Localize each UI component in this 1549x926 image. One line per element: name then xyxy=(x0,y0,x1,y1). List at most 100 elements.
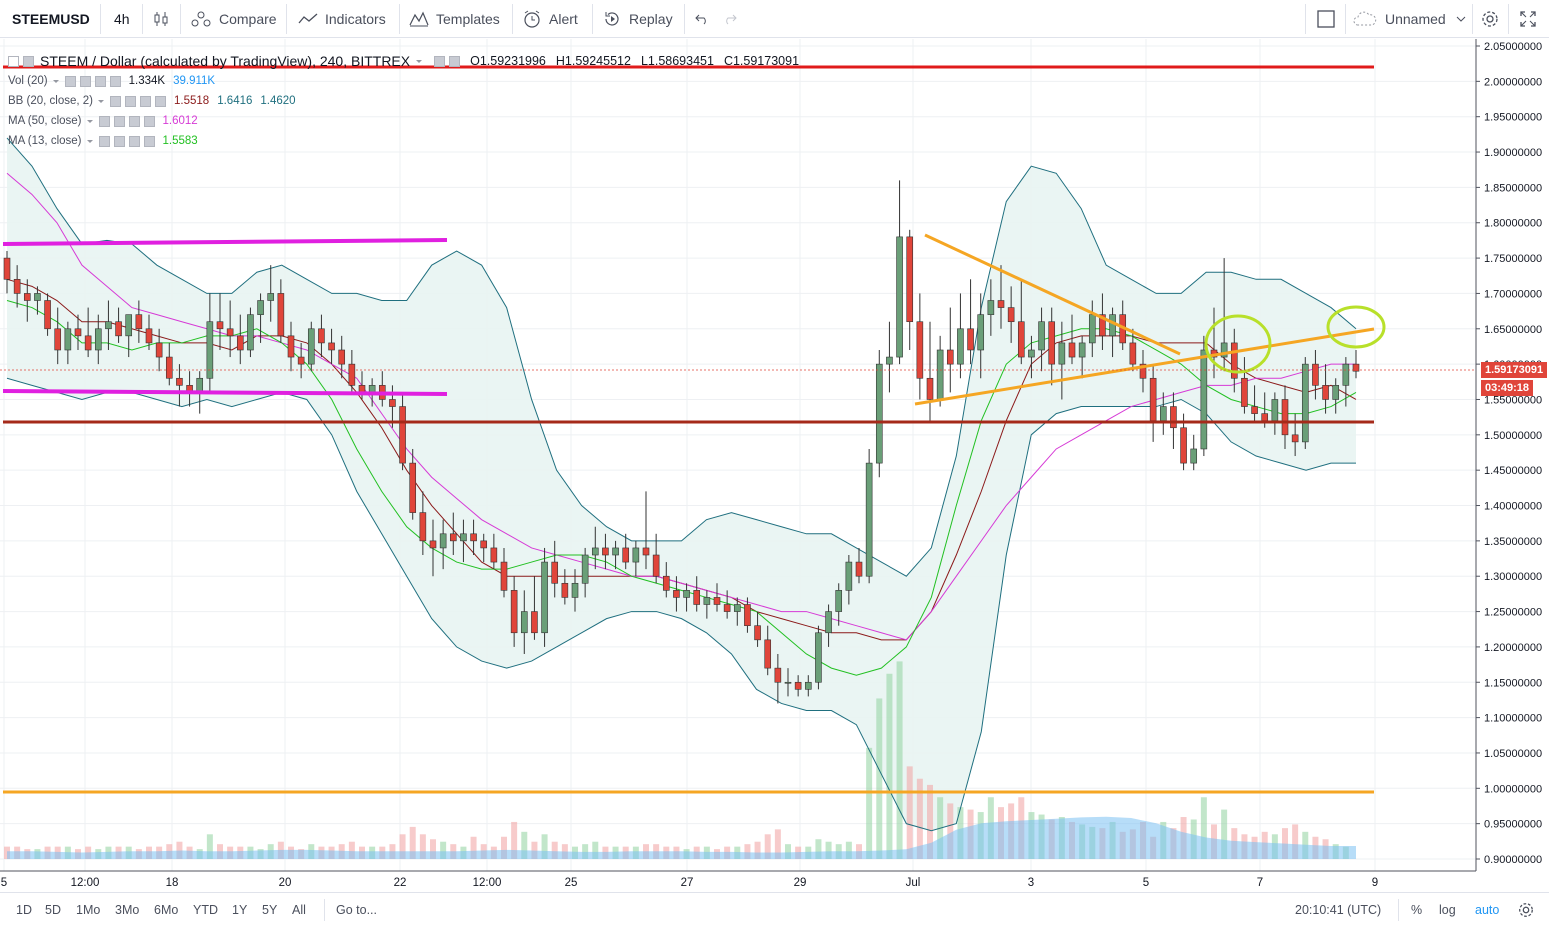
range-1mo-button[interactable]: 1Mo xyxy=(76,893,100,926)
indicator-name: MA (50, close) xyxy=(8,115,82,127)
candle-body xyxy=(1281,399,1289,436)
utc-clock[interactable]: 20:10:41 (UTC) xyxy=(1295,893,1381,926)
range-3mo-button[interactable]: 3Mo xyxy=(115,893,139,926)
interval-button[interactable]: 4h xyxy=(114,0,130,38)
auto-toggle[interactable]: auto xyxy=(1475,893,1499,926)
candle-body xyxy=(835,590,843,612)
expand-icon xyxy=(1520,11,1536,27)
log-toggle[interactable]: log xyxy=(1439,893,1456,926)
price-tick-label: 1.80000000 xyxy=(1484,218,1542,230)
price-tick-label: 1.90000000 xyxy=(1484,147,1542,159)
settings-icon[interactable] xyxy=(113,135,125,147)
redo-button[interactable] xyxy=(722,0,745,38)
candle-body xyxy=(804,681,812,690)
log-label: log xyxy=(1439,902,1456,917)
ohlc-close: C1.59173091 xyxy=(723,54,800,68)
candle-body xyxy=(348,363,356,386)
undo-button[interactable] xyxy=(694,0,717,38)
range-ytd-button[interactable]: YTD xyxy=(193,893,218,926)
visibility-icon[interactable] xyxy=(98,135,110,147)
fullscreen-toggle-button[interactable] xyxy=(1316,0,1343,38)
visibility-icon[interactable] xyxy=(98,115,110,127)
chevron-down-icon[interactable] xyxy=(51,76,61,86)
close-icon[interactable] xyxy=(143,115,155,127)
range-1y-button[interactable]: 1Y xyxy=(232,893,247,926)
range-6mo-button[interactable]: 6Mo xyxy=(154,893,178,926)
alert-button[interactable]: Alert xyxy=(522,0,578,38)
candle-body xyxy=(490,547,498,563)
volume-bar xyxy=(906,766,913,859)
range-5d-button[interactable]: 5D xyxy=(45,893,61,926)
range-5y-button[interactable]: 5Y xyxy=(262,893,277,926)
candle-body xyxy=(1180,427,1187,464)
price-tick-label: 2.05000000 xyxy=(1484,41,1542,53)
symbol-label: STEEMUSD xyxy=(12,11,90,27)
candle-body xyxy=(764,639,772,669)
add-icon[interactable] xyxy=(94,75,106,87)
candle-body xyxy=(267,293,275,301)
settings-icon[interactable] xyxy=(449,55,461,67)
price-tick-label: 1.85000000 xyxy=(1484,182,1542,194)
visibility-icon[interactable] xyxy=(64,75,76,87)
candle-body xyxy=(1078,342,1086,358)
layout-save-button[interactable]: Unnamed xyxy=(1352,0,1475,38)
divider xyxy=(142,4,143,34)
time-tick-label: 5 xyxy=(1143,877,1149,889)
chart-area[interactable]: 2.05000000 2.00000000 1.95000000 1.90000000… xyxy=(0,39,1549,891)
close-icon[interactable] xyxy=(155,95,167,107)
chevron-down-icon[interactable] xyxy=(85,136,95,146)
redo-icon xyxy=(726,14,737,25)
candle-body xyxy=(1149,377,1157,421)
chevron-down-icon[interactable] xyxy=(414,56,424,66)
visibility-icon[interactable] xyxy=(110,95,122,107)
range-label: 3Mo xyxy=(115,902,140,917)
symbol-search[interactable]: STEEMUSD xyxy=(12,0,90,38)
candle-body xyxy=(1322,385,1329,400)
candle-body xyxy=(784,681,792,684)
divider xyxy=(1508,4,1509,34)
clock-label: 20:10:41 (UTC) xyxy=(1295,902,1382,917)
goto-button[interactable]: Go to... xyxy=(336,893,377,926)
fullscreen-button[interactable] xyxy=(1518,0,1545,38)
close-icon[interactable] xyxy=(143,135,155,147)
candle-body xyxy=(439,533,447,549)
percent-toggle[interactable]: % xyxy=(1411,893,1422,926)
add-icon[interactable] xyxy=(128,135,140,147)
settings-icon[interactable] xyxy=(125,95,137,107)
collapse-icon[interactable] xyxy=(8,55,19,67)
add-icon[interactable] xyxy=(140,95,152,107)
square-icon xyxy=(1317,10,1335,28)
candle-body xyxy=(1088,314,1096,344)
chevron-down-icon[interactable] xyxy=(85,116,95,126)
close-icon[interactable] xyxy=(109,75,121,87)
visibility-icon[interactable] xyxy=(434,55,446,67)
range-1d-button[interactable]: 1D xyxy=(16,893,32,926)
time-tick-label: 9 xyxy=(1372,877,1378,889)
candle-body xyxy=(287,335,295,358)
candle-body xyxy=(419,512,427,542)
divider xyxy=(592,4,593,34)
candle-body xyxy=(358,385,366,393)
templates-button[interactable]: Templates xyxy=(409,0,500,38)
indicators-icon xyxy=(298,13,318,24)
candle-body xyxy=(652,554,660,577)
price-tick-label: 1.20000000 xyxy=(1484,642,1542,654)
chart-style-button[interactable] xyxy=(152,0,177,38)
add-icon[interactable] xyxy=(128,115,140,127)
replay-button[interactable]: Replay xyxy=(602,0,673,38)
candle-body xyxy=(845,561,853,591)
chart-settings-button[interactable] xyxy=(1517,893,1535,926)
price-chart[interactable]: 2.05000000 2.00000000 1.95000000 1.90000000… xyxy=(0,39,1549,891)
series-icon xyxy=(23,55,34,67)
indicators-button[interactable]: Indicators xyxy=(298,0,386,38)
settings-button[interactable] xyxy=(1480,0,1507,38)
divider xyxy=(399,4,400,34)
price-tick-label: 1.15000000 xyxy=(1484,677,1542,689)
settings-icon[interactable] xyxy=(79,75,91,87)
range-all-button[interactable]: All xyxy=(292,893,306,926)
settings-icon[interactable] xyxy=(113,115,125,127)
compare-button[interactable]: Compare xyxy=(190,0,277,38)
candle-body xyxy=(368,385,376,393)
chevron-down-icon[interactable] xyxy=(96,96,106,106)
time-tick-label: 5 xyxy=(1,877,7,889)
